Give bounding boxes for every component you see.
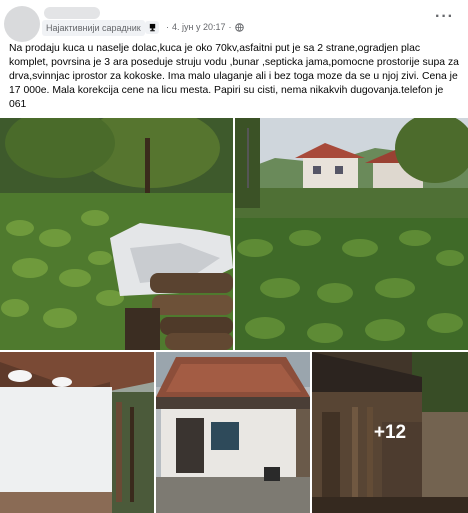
photo-field-houses[interactable] <box>235 118 468 350</box>
photo-shed-more[interactable]: +12 <box>312 352 468 513</box>
post-meta: · 4. јун у 20:17 · <box>166 22 244 32</box>
more-options-icon[interactable]: ··· <box>435 8 454 26</box>
post-body-text: Na prodaju kuca u naselje dolac,kuca je … <box>9 43 459 110</box>
avatar[interactable] <box>4 6 40 42</box>
badge-label: Најактивнији сарадник <box>46 23 141 33</box>
more-photos-count: +12 <box>373 421 407 443</box>
post-header: Најактивнији сарадник · 4. јун у 20:17 ·… <box>0 0 468 42</box>
post-date[interactable]: 4. јун у 20:17 <box>172 22 226 32</box>
photo-garden-logs[interactable] <box>0 118 233 350</box>
author-name-blurred[interactable] <box>44 7 100 19</box>
photo-house-front[interactable] <box>156 352 310 513</box>
more-photos-overlay[interactable]: +12 <box>312 352 468 513</box>
award-icon[interactable] <box>145 21 159 34</box>
post-separator-2: · <box>228 22 232 32</box>
top-contributor-badge[interactable]: Најактивнији сарадник <box>42 20 145 36</box>
globe-icon <box>234 22 244 32</box>
photo-white-wall[interactable] <box>0 352 154 513</box>
post-separator: · <box>166 22 169 32</box>
facebook-post: Најактивнији сарадник · 4. јун у 20:17 ·… <box>0 0 468 513</box>
